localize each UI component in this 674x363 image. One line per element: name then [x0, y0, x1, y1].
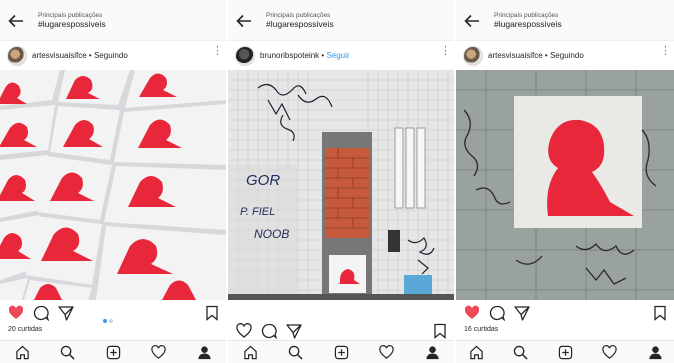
username[interactable]: brunoribspoteink — [260, 51, 319, 60]
search-icon[interactable] — [513, 345, 528, 360]
following-button[interactable]: Seguindo — [94, 51, 128, 60]
post-photo[interactable]: GOR P. FIEL NOOB — [228, 70, 454, 300]
post-header: brunoribspoteink • Seguir ⋮ — [228, 40, 454, 70]
share-icon[interactable] — [286, 323, 302, 339]
like-count[interactable]: 16 curtidas — [464, 326, 498, 333]
home-icon[interactable] — [469, 345, 484, 360]
comment-icon[interactable] — [261, 323, 277, 339]
more-options-icon[interactable]: ⋮ — [212, 46, 223, 57]
add-post-icon[interactable] — [558, 345, 573, 360]
post-panel-3: Principais publicações #lugarespossiveis… — [456, 0, 674, 363]
separator-dot: • — [544, 51, 548, 60]
post-actions — [0, 300, 226, 326]
heart-icon[interactable] — [464, 305, 480, 321]
top-bar: Principais publicações #lugarespossiveis — [456, 0, 674, 40]
post-photo[interactable] — [456, 70, 674, 300]
home-icon[interactable] — [243, 345, 258, 360]
back-arrow-icon[interactable] — [464, 14, 480, 28]
graffiti-text-3: NOOB — [254, 227, 289, 241]
top-bar: Principais publicações #lugarespossiveis — [228, 0, 454, 40]
graffiti-text-2: P. FIEL — [240, 206, 275, 218]
post-photo[interactable] — [0, 70, 226, 300]
bottom-nav — [228, 340, 454, 363]
avatar[interactable] — [7, 46, 27, 66]
post-header: artesvisuaisifce • Seguindo ⋮ — [456, 40, 674, 70]
comment-icon[interactable] — [489, 305, 505, 321]
profile-icon[interactable] — [425, 345, 440, 360]
bookmark-icon[interactable] — [432, 323, 448, 339]
carousel-indicator — [103, 310, 115, 328]
bottom-nav — [456, 340, 674, 363]
search-icon[interactable] — [288, 345, 303, 360]
top-posts-subtitle: Principais publicações — [266, 12, 331, 19]
top-bar: Principais publicações #lugarespossiveis — [0, 0, 226, 40]
bottom-nav — [0, 340, 226, 363]
avatar[interactable] — [235, 46, 255, 66]
follow-button[interactable]: Seguir — [326, 51, 349, 60]
activity-heart-icon[interactable] — [602, 345, 617, 360]
bookmark-icon[interactable] — [204, 305, 220, 321]
hashtag-title: #lugarespossiveis — [38, 19, 106, 30]
search-icon[interactable] — [60, 345, 75, 360]
back-arrow-icon[interactable] — [236, 14, 252, 28]
comment-icon[interactable] — [33, 305, 49, 321]
post-actions — [456, 300, 674, 326]
graffiti-wall-photo: GOR P. FIEL NOOB — [228, 70, 454, 300]
share-icon[interactable] — [58, 305, 74, 321]
activity-heart-icon[interactable] — [151, 345, 166, 360]
more-options-icon[interactable]: ⋮ — [440, 46, 451, 57]
add-post-icon[interactable] — [334, 345, 349, 360]
home-icon[interactable] — [15, 345, 30, 360]
more-options-icon[interactable]: ⋮ — [660, 46, 671, 57]
add-post-icon[interactable] — [106, 345, 121, 360]
graffiti-text-1: GOR — [246, 172, 280, 189]
activity-heart-icon[interactable] — [379, 345, 394, 360]
avatar[interactable] — [463, 46, 483, 66]
profile-icon[interactable] — [648, 345, 663, 360]
top-posts-subtitle: Principais publicações — [38, 12, 103, 19]
back-arrow-icon[interactable] — [8, 14, 24, 28]
stencil-wall-photo — [456, 70, 674, 300]
username[interactable]: artesvisuaisifce — [488, 51, 543, 60]
like-count[interactable]: 20 curtidas — [8, 326, 42, 333]
hashtag-title: #lugarespossiveis — [494, 19, 562, 30]
share-icon[interactable] — [514, 305, 530, 321]
post-header: artesvisuaisifce • Seguindo ⋮ — [0, 40, 226, 70]
hashtag-title: #lugarespossiveis — [266, 19, 334, 30]
heart-icon[interactable] — [8, 305, 24, 321]
username[interactable]: artesvisuaisifce — [32, 51, 87, 60]
post-panel-1: Principais publicações #lugarespossiveis… — [0, 0, 226, 363]
stencil-ground-photo — [0, 70, 226, 300]
heart-icon[interactable] — [236, 323, 252, 339]
top-posts-subtitle: Principais publicações — [494, 12, 559, 19]
following-button[interactable]: Seguindo — [550, 51, 584, 60]
separator-dot: • — [88, 51, 92, 60]
post-panel-2: Principais publicações #lugarespossiveis… — [228, 0, 454, 363]
separator-dot: • — [321, 51, 325, 60]
bookmark-icon[interactable] — [652, 305, 668, 321]
profile-icon[interactable] — [197, 345, 212, 360]
